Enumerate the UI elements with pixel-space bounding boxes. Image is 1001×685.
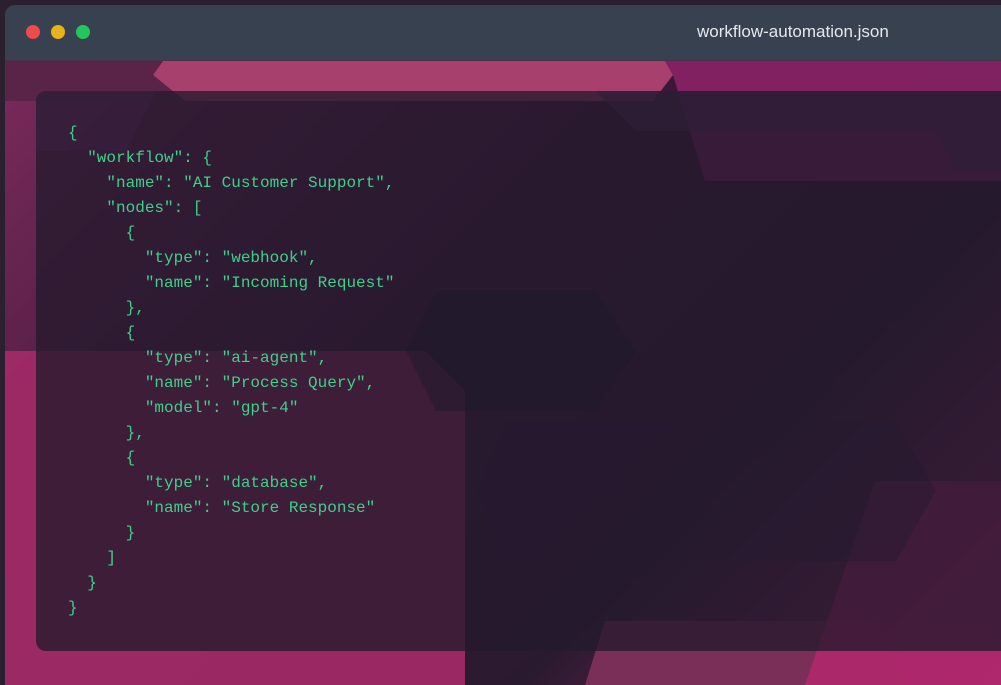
editor-window: workflow-automation.json { "workflow": {… bbox=[5, 5, 1001, 685]
title-bar: workflow-automation.json bbox=[5, 5, 1001, 61]
code-line: }, bbox=[68, 424, 145, 442]
code-line: ] bbox=[68, 549, 117, 567]
code-line: "model": "gpt-4" bbox=[68, 399, 299, 417]
json-code-block[interactable]: { "workflow": { "name": "AI Customer Sup… bbox=[68, 121, 394, 621]
code-line: "workflow": { bbox=[68, 149, 213, 167]
code-line: "type": "ai-agent", bbox=[68, 349, 328, 367]
code-line: "type": "database", bbox=[68, 474, 328, 492]
minimize-window-button[interactable] bbox=[51, 25, 65, 39]
code-line: { bbox=[68, 224, 136, 242]
code-panel: { "workflow": { "name": "AI Customer Sup… bbox=[36, 91, 1001, 651]
code-line: "name": "Incoming Request" bbox=[68, 274, 395, 292]
code-line: } bbox=[68, 524, 136, 542]
code-line: } bbox=[68, 599, 78, 617]
code-line: "nodes": [ bbox=[68, 199, 203, 217]
code-line: { bbox=[68, 449, 136, 467]
code-line: { bbox=[68, 124, 78, 142]
code-line: "name": "AI Customer Support", bbox=[68, 174, 395, 192]
code-line: { bbox=[68, 324, 136, 342]
code-line: "name": "Process Query", bbox=[68, 374, 376, 392]
code-line: } bbox=[68, 574, 97, 592]
maximize-window-button[interactable] bbox=[76, 25, 90, 39]
code-line: "name": "Store Response" bbox=[68, 499, 376, 517]
close-window-button[interactable] bbox=[26, 25, 40, 39]
window-title: workflow-automation.json bbox=[697, 22, 889, 41]
code-line: "type": "webhook", bbox=[68, 249, 318, 267]
code-line: }, bbox=[68, 299, 145, 317]
